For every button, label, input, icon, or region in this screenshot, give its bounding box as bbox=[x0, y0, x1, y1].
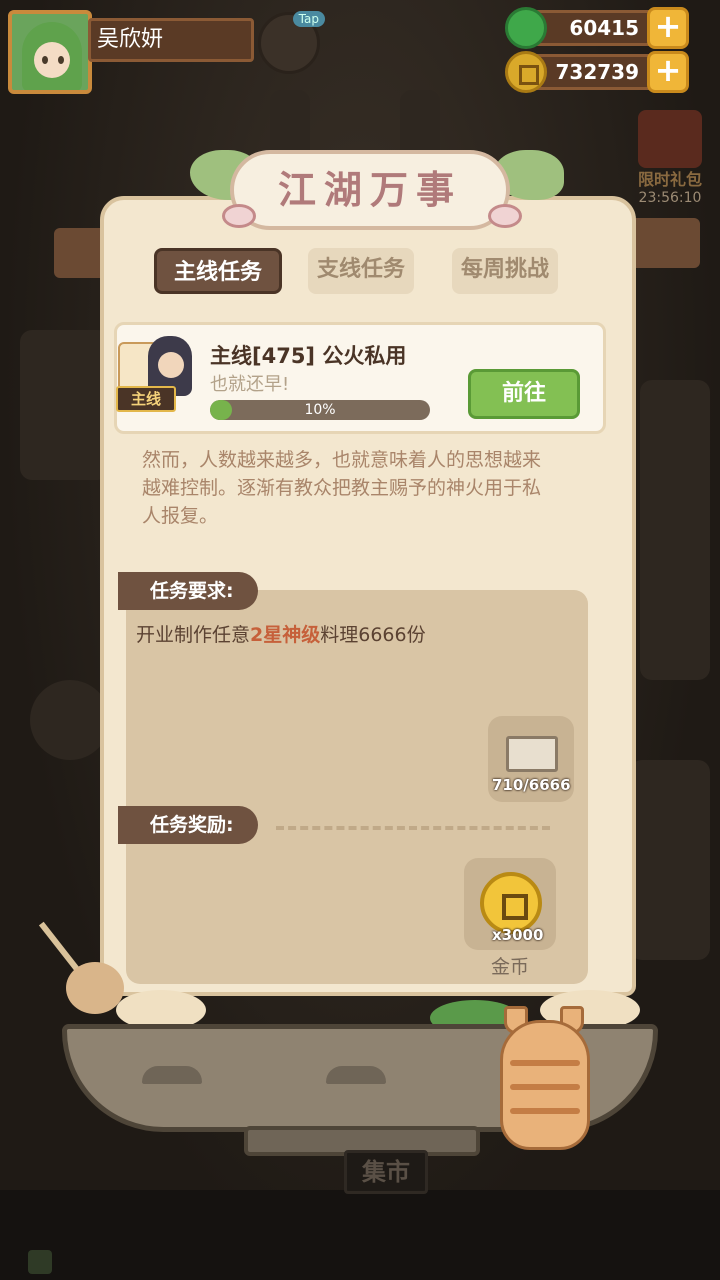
player-name: 吴欣妍 bbox=[88, 18, 254, 62]
quest-subtitle: 也就还早! bbox=[210, 374, 290, 395]
cat-stripe bbox=[510, 1084, 580, 1090]
background-floor bbox=[0, 1190, 720, 1280]
gift-timer: 23:56:10 bbox=[638, 190, 702, 206]
tab-side-quest[interactable]: 支线任务 bbox=[308, 248, 414, 294]
tab-weekly-challenge[interactable]: 每周挑战 bbox=[452, 248, 558, 294]
reward-label: 任务奖励: bbox=[118, 806, 258, 844]
gold-coin-icon bbox=[480, 872, 542, 934]
tap-button[interactable]: Tap bbox=[258, 11, 325, 74]
recipe-book-icon bbox=[506, 736, 558, 772]
panel-title: 江湖万事 bbox=[277, 167, 462, 212]
sweet-decoration bbox=[488, 204, 522, 228]
limited-gift-button[interactable]: 限时礼包 23:56:10 bbox=[630, 110, 710, 210]
player-avatar[interactable] bbox=[8, 10, 92, 94]
add-leaf-button[interactable]: + bbox=[647, 7, 689, 49]
quest-title: 主线[475] 公火私用 bbox=[210, 344, 407, 368]
background-figure bbox=[20, 330, 110, 480]
market-button[interactable]: 集市 bbox=[344, 1150, 428, 1194]
background-wheel bbox=[30, 680, 110, 760]
background-shelf bbox=[640, 380, 710, 680]
quest-type-tag: 主线 bbox=[116, 386, 176, 412]
requirement-text-start: 开业制作任意 bbox=[136, 624, 251, 646]
avatar-eye bbox=[58, 56, 64, 64]
reward-item-name: 金币 bbox=[490, 956, 529, 978]
requirement-highlight: 2星神级 bbox=[250, 624, 321, 646]
requirement-text-end: 料理6666份 bbox=[320, 624, 426, 646]
reward-item-count: x3000 bbox=[492, 926, 544, 944]
cat-mascot bbox=[490, 1000, 600, 1160]
leaf-currency-value: 60415 bbox=[569, 16, 639, 40]
corner-button[interactable] bbox=[28, 1250, 52, 1274]
avatar-face bbox=[34, 42, 70, 78]
description-line: 然而，人数越来越多，也就意味着人的思想越来 bbox=[142, 449, 542, 471]
coin-currency: 732739 + bbox=[505, 51, 689, 93]
quest-progress-bar: 10% bbox=[210, 400, 430, 420]
panel-title-banner: 江湖万事 bbox=[230, 150, 510, 230]
tap-badge: Tap bbox=[292, 11, 325, 27]
gift-label: 限时礼包 bbox=[637, 170, 702, 189]
bowl-mark bbox=[326, 1066, 386, 1084]
quest-description: 然而，人数越来越多，也就意味着人的思想越来 越难控制。逐渐有教众把教主赐予的神火… bbox=[142, 446, 582, 530]
bowl-mark bbox=[142, 1066, 202, 1084]
description-line: 越难控制。逐渐有教众把教主赐予的神火用于私 bbox=[142, 477, 542, 499]
tab-main-quest[interactable]: 主线任务 bbox=[154, 248, 282, 294]
requirement-text: 开业制作任意2星神级料理6666份 bbox=[136, 620, 426, 647]
required-item-count: 710/6666 bbox=[492, 776, 571, 794]
background-plant bbox=[630, 760, 710, 960]
dumpling-decoration bbox=[66, 962, 124, 1014]
coin-icon bbox=[505, 51, 547, 93]
cat-stripe bbox=[510, 1108, 580, 1114]
quest-progress-label: 10% bbox=[304, 402, 336, 418]
reward-divider bbox=[276, 826, 550, 830]
gift-box-icon bbox=[638, 110, 702, 168]
requirement-label: 任务要求: bbox=[118, 572, 258, 610]
coin-currency-value: 732739 bbox=[555, 60, 640, 84]
description-line: 人报复。 bbox=[142, 505, 219, 527]
leaf-icon bbox=[505, 7, 547, 49]
leaf-currency: 60415 + bbox=[505, 7, 689, 49]
go-button[interactable]: 前往 bbox=[468, 369, 580, 419]
add-coin-button[interactable]: + bbox=[647, 51, 689, 93]
sweet-decoration bbox=[222, 204, 256, 228]
hero-face bbox=[158, 352, 184, 378]
cat-stripe bbox=[510, 1060, 580, 1066]
avatar-eye bbox=[42, 56, 48, 64]
